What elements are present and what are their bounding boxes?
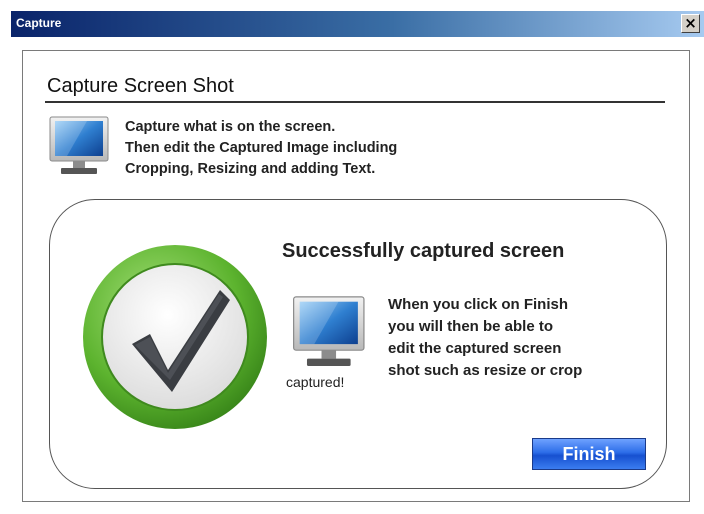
capture-description: Capture what is on the screen. Then edit… [125, 117, 397, 180]
capture-dialog: Capture × Capture Screen Shot Capture wh… [0, 0, 704, 514]
checkmark-icon [80, 242, 270, 437]
info-line: When you click on Finish [388, 296, 569, 313]
finish-info: When you click on Finish you will then b… [388, 294, 582, 382]
description-line: Then edit the Captured Image including [125, 140, 398, 156]
page-title: Capture Screen Shot [47, 75, 234, 97]
description-line: Cropping, Resizing and adding Text. [125, 161, 376, 177]
finish-button[interactable]: Finish [532, 438, 646, 470]
main-panel: Capture Screen Shot Capture what is on t… [22, 50, 690, 502]
close-icon: × [684, 14, 697, 32]
info-line: edit the captured screen [388, 340, 562, 357]
result-box: Successfully captured screen captured! W… [49, 199, 667, 489]
title-divider [45, 101, 665, 103]
close-button[interactable]: × [681, 14, 700, 33]
captured-label: captured! [286, 374, 345, 390]
monitor-icon [290, 292, 370, 377]
info-line: shot such as resize or crop [388, 362, 583, 379]
window-title: Capture [16, 16, 62, 30]
title-bar[interactable]: Capture × [11, 11, 704, 37]
description-line: Capture what is on the screen. [125, 119, 336, 135]
success-title: Successfully captured screen [282, 240, 565, 262]
monitor-icon [47, 113, 113, 184]
info-line: you will then be able to [388, 318, 554, 335]
